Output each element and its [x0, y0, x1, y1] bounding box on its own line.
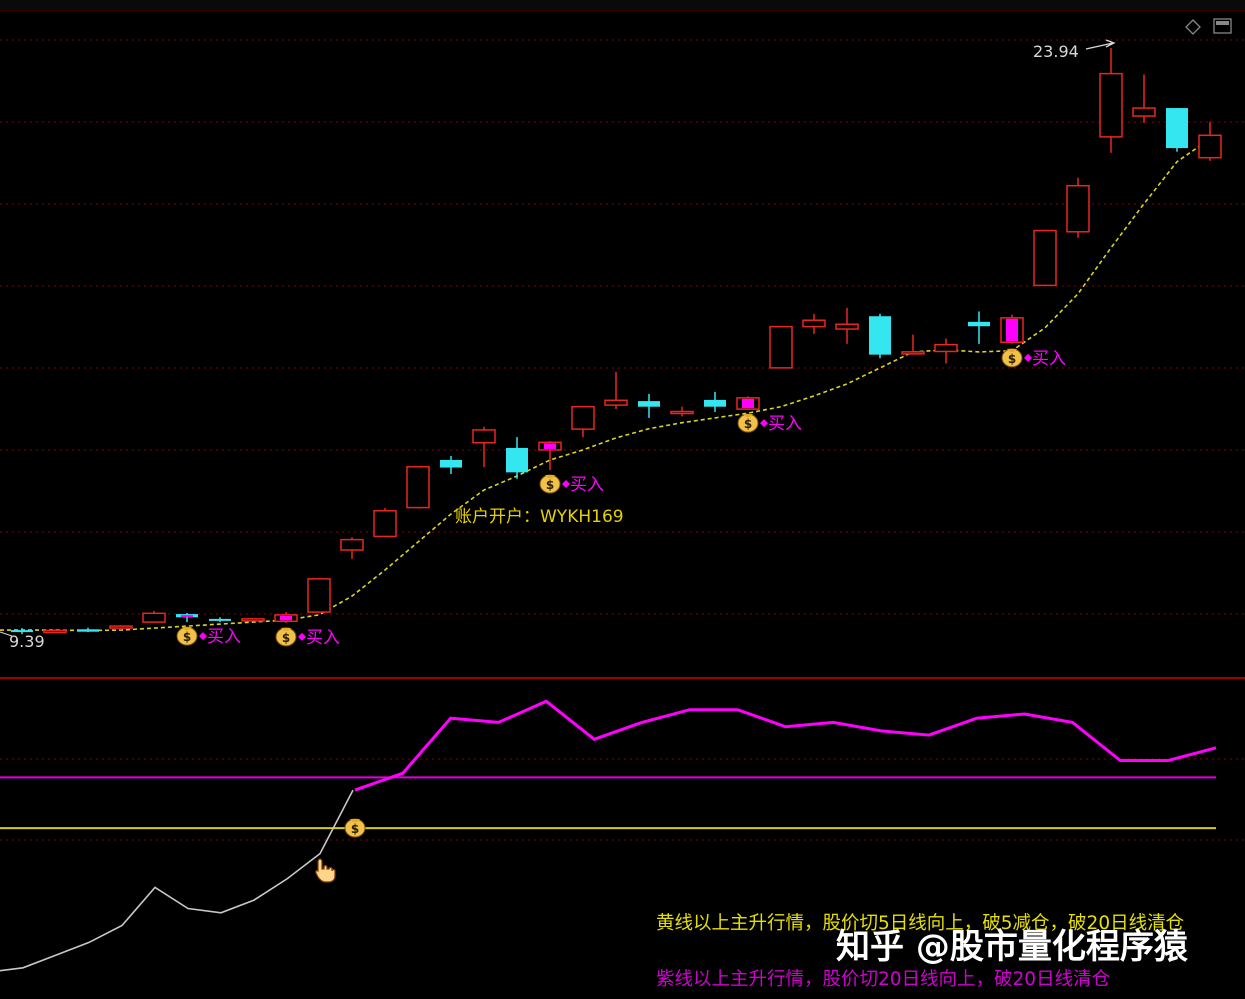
ma-polyline: [0, 138, 1211, 632]
candle: [670, 406, 694, 417]
candle: [968, 311, 990, 344]
window-icon[interactable]: [1213, 18, 1232, 34]
legend-purple-text: 紫线以上主升行情，股价切20日线向上，破20日线清仓: [656, 969, 1110, 990]
candle: [440, 455, 462, 474]
candle: [934, 338, 958, 364]
svg-text:$: $: [546, 478, 554, 492]
candle: [638, 393, 660, 418]
high-arrow-icon: [1085, 39, 1116, 50]
diamond-icon[interactable]: [1185, 19, 1201, 35]
svg-text:$: $: [744, 417, 752, 431]
candle: [1066, 177, 1090, 238]
buy-label: 买入: [1032, 349, 1066, 369]
svg-text:$: $: [1008, 352, 1016, 366]
candle: [406, 465, 430, 509]
candle: [241, 618, 265, 622]
buy-candle-fill: [1006, 318, 1018, 342]
candle: [604, 371, 628, 410]
candle: [307, 578, 331, 613]
watermark-text: 知乎 @股市量化程序猿: [836, 927, 1189, 967]
candle: [506, 437, 528, 479]
price-panel-grid: [0, 39, 1245, 615]
buy-label: 买入: [570, 475, 604, 495]
buy-candle-fill: [181, 615, 193, 618]
money-bag-icon: $: [737, 413, 768, 433]
ma-line: [0, 138, 1211, 632]
buy-label: 买入: [207, 627, 241, 647]
low-price-label: 9.39: [9, 632, 45, 651]
candle: [43, 629, 67, 634]
buy-label: 买入: [306, 628, 340, 648]
money-bag-icon: $: [1001, 348, 1032, 368]
candle: [835, 307, 859, 344]
candle: [1033, 229, 1057, 287]
candle: [340, 537, 364, 559]
money-bag-icon: $: [275, 627, 306, 647]
candle: [1166, 108, 1188, 152]
candle: [571, 405, 595, 438]
high-price-label: 23.94: [1033, 42, 1079, 61]
money-bag-icon: $: [539, 474, 570, 494]
candle: [1099, 48, 1123, 153]
candle: [176, 612, 198, 623]
candle: [802, 313, 826, 334]
svg-text:$: $: [351, 822, 359, 836]
candles: [11, 48, 1222, 635]
buy-candle-fill: [742, 398, 754, 409]
candle: [142, 610, 166, 623]
svg-text:$: $: [282, 631, 290, 645]
candle: [373, 507, 397, 538]
candle: [77, 627, 99, 633]
indicator-white-line: [0, 789, 354, 972]
indicator-buy-signal: $: [344, 818, 366, 838]
buy-candle-fill: [280, 615, 292, 621]
candle: [769, 325, 793, 369]
buy-candle-fill: [544, 443, 556, 449]
buy-label: 买入: [768, 414, 802, 434]
candle: [704, 391, 726, 412]
hand-pointer-icon: [315, 858, 336, 883]
candle: [472, 426, 496, 468]
account-text: 账户开户：WYKH169: [455, 507, 624, 527]
candle: [209, 617, 231, 623]
stock-chart: $ 买入 $ 买入$ 买入$ 买入$ 买入 23.94 9.39 账户开户：WYKH169 …: [0, 18, 1245, 990]
money-bag-icon: $: [176, 626, 207, 646]
candle: [1198, 121, 1222, 161]
candle: [1132, 74, 1156, 123]
candle: [869, 313, 891, 359]
svg-text:$: $: [183, 630, 191, 644]
